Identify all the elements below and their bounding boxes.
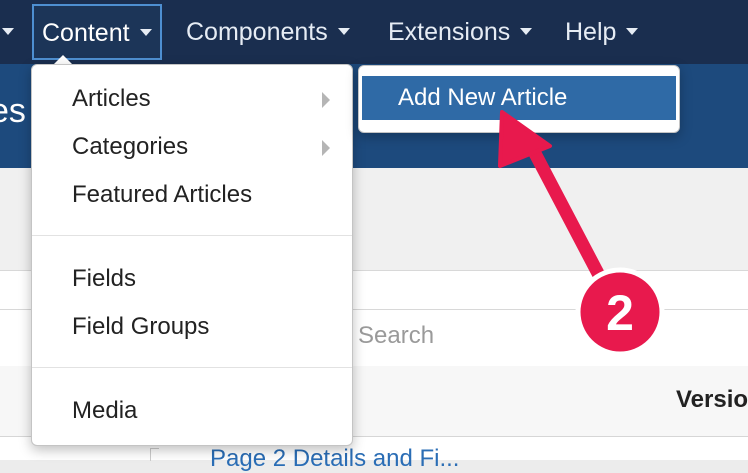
articles-submenu: Add New Article [358, 65, 680, 133]
chevron-down-icon [337, 27, 350, 35]
nav-components-label: Components [186, 18, 328, 46]
page-title: es [0, 92, 26, 130]
nav-content-menu[interactable]: Content [32, 4, 162, 60]
nav-extensions-label: Extensions [388, 18, 511, 46]
nav-overflow-caret[interactable] [0, 0, 20, 64]
menu-item-add-new-article[interactable]: Add New Article [362, 76, 676, 120]
menu-divider [32, 235, 352, 236]
dropdown-notch [54, 55, 72, 64]
chevron-down-icon [139, 28, 152, 36]
nav-extensions-menu[interactable]: Extensions [388, 0, 533, 64]
menu-item-categories[interactable]: Categories [72, 133, 188, 161]
chevron-down-icon [2, 27, 14, 35]
menu-item-media[interactable]: Media [72, 397, 137, 425]
chevron-right-icon [322, 140, 330, 156]
content-dropdown-menu: Articles Categories Featured Articles Fi… [31, 64, 353, 446]
chevron-down-icon [520, 27, 533, 35]
nav-components-menu[interactable]: Components [186, 0, 350, 64]
chevron-right-icon [322, 92, 330, 108]
menu-item-field-groups[interactable]: Field Groups [72, 313, 209, 341]
nav-help-menu[interactable]: Help [565, 0, 639, 64]
menu-divider [32, 367, 352, 368]
chevron-down-icon [626, 27, 639, 35]
menu-item-featured-articles[interactable]: Featured Articles [72, 181, 252, 209]
nav-help-label: Help [565, 18, 617, 46]
menu-item-articles[interactable]: Articles [72, 85, 151, 113]
search-input[interactable]: Search [358, 322, 434, 350]
article-title-link[interactable]: Page 2 Details and Fi... [210, 445, 459, 473]
nav-content-label: Content [42, 19, 130, 47]
row-checkbox[interactable] [150, 448, 159, 461]
menu-item-fields[interactable]: Fields [72, 265, 136, 293]
column-header-version[interactable]: Versio [676, 386, 748, 414]
top-navbar: Content Components Extensions Help [0, 0, 748, 64]
